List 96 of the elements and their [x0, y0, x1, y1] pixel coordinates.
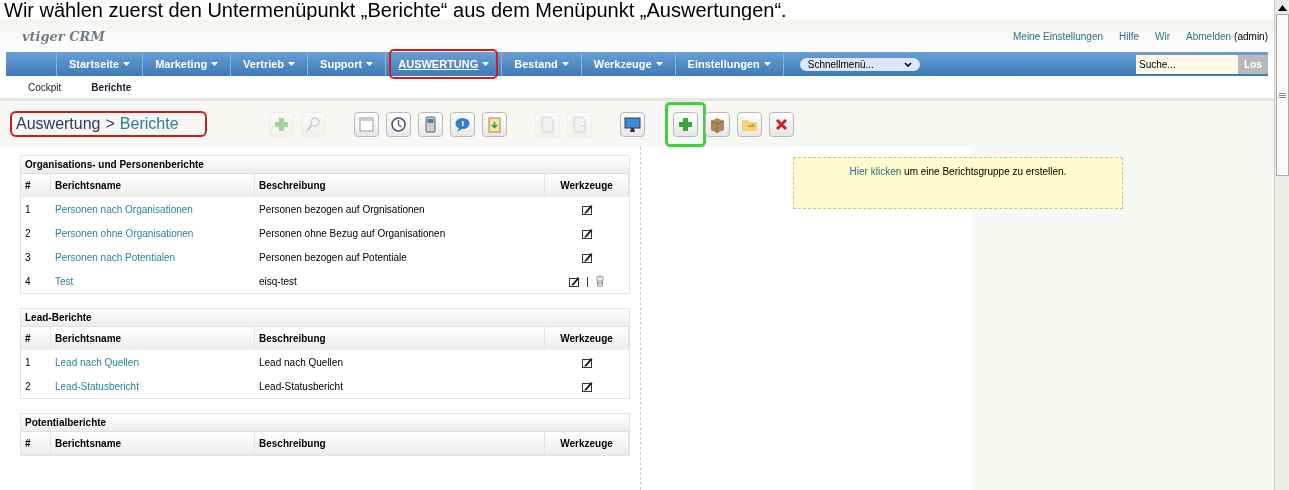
caret-icon	[211, 62, 219, 66]
column-header: Werkzeuge	[545, 432, 629, 455]
edit-icon[interactable]	[581, 251, 593, 263]
column-header: #	[21, 327, 51, 350]
group-title: Organisations- und Personenberichte	[21, 156, 629, 174]
toolbar-button[interactable]	[769, 111, 794, 137]
group-title: Potentialberichte	[21, 414, 629, 432]
breadcrumb-separator: >	[105, 115, 115, 132]
search-icon	[305, 115, 322, 133]
submenu-item[interactable]: Cockpit	[28, 81, 62, 93]
header-link[interactable]: Meine Einstellungen	[1013, 30, 1104, 42]
menu-item[interactable]: Werkzeuge	[581, 52, 676, 76]
calendar-icon	[358, 115, 375, 133]
breadcrumb-link[interactable]: Auswertung	[16, 115, 101, 132]
column-header: Berichtsname	[51, 174, 255, 197]
column-header: Beschreibung	[255, 174, 545, 197]
table-cell-text: Lead nach Quellen	[258, 355, 344, 370]
column-header: Berichtsname	[51, 432, 255, 455]
caption-text: Wir wählen zuerst den Untermenüpunkt „Berichte“ aus dem Menüpunkt „Auswertungen“.	[3, 0, 788, 20]
toolbar-button[interactable]	[418, 111, 443, 137]
report-link[interactable]: Personen nach Organisationen	[55, 203, 193, 215]
report-link[interactable]: Test	[55, 275, 74, 287]
breadcrumb-current[interactable]: Berichte	[119, 115, 179, 132]
column-header: Beschreibung	[255, 432, 545, 455]
trash-icon[interactable]	[594, 275, 605, 287]
hint-text: um eine Berichtsgruppe zu erstellen.	[904, 166, 1067, 177]
monitor-icon	[624, 115, 641, 133]
row-number: 2	[24, 226, 32, 241]
row-number: 1	[24, 355, 32, 370]
column-header: #	[21, 174, 51, 197]
toolbar-button[interactable]	[450, 111, 475, 137]
row-number: 3	[24, 250, 32, 265]
caret-icon	[123, 62, 131, 66]
plus-icon	[677, 115, 694, 133]
chat-icon	[454, 115, 471, 133]
table-cell-text: Personen bezogen auf Orgnisationen	[258, 202, 426, 217]
column-header: Werkzeuge	[545, 327, 629, 350]
logo: vtiger CRM	[21, 27, 106, 46]
edit-icon[interactable]	[581, 203, 593, 215]
box-icon	[709, 115, 726, 133]
document-icon	[539, 115, 556, 133]
header-link[interactable]: Abmelden	[1186, 30, 1232, 42]
edit-icon[interactable]	[581, 380, 593, 392]
caret-icon	[655, 62, 663, 66]
menu-item[interactable]: Vertrieb	[231, 52, 309, 76]
caret-icon	[288, 62, 296, 66]
column-header: #	[21, 432, 51, 455]
column-header: Werkzeuge	[545, 174, 629, 197]
caret-icon	[366, 62, 374, 66]
row-number: 4	[24, 274, 32, 289]
table-cell-text: eisq-test	[258, 274, 298, 289]
table-cell-text: Personen bezogen auf Potentiale	[258, 250, 408, 265]
toolbar-button[interactable]	[386, 111, 411, 137]
caret-icon	[561, 62, 569, 66]
quick-menu-select[interactable]: Schnellmenü...	[799, 57, 920, 71]
menu-item[interactable]: Support	[308, 52, 387, 76]
grip-icon	[1278, 92, 1286, 98]
header-link[interactable]: Hilfe	[1119, 30, 1140, 42]
menu-item[interactable]: Marketing	[143, 52, 232, 76]
user-name: (admin)	[1234, 30, 1268, 42]
caret-icon	[763, 62, 771, 66]
create-group-link[interactable]: Hier klicken	[849, 166, 902, 177]
clipboard-icon	[486, 115, 503, 133]
row-number: 1	[24, 202, 32, 217]
toolbar-button[interactable]	[620, 111, 645, 137]
chevron-icon	[903, 61, 912, 67]
phone-icon	[422, 115, 439, 133]
column-header: Beschreibung	[255, 327, 545, 350]
table-cell-text: Personen ohne Bezug auf Organisationen	[258, 226, 447, 241]
edit-icon[interactable]	[569, 275, 581, 287]
table-cell-text: Lead-Statusbericht	[258, 379, 344, 394]
clock-icon	[390, 115, 407, 133]
edit-icon[interactable]	[581, 356, 593, 368]
plus-icon	[273, 115, 290, 133]
separator-text: |	[586, 275, 589, 287]
edit-icon[interactable]	[581, 227, 593, 239]
report-link[interactable]: Lead nach Quellen	[55, 356, 139, 368]
submenu-item[interactable]: Berichte	[91, 81, 132, 93]
search-field[interactable]: Suche...	[1136, 54, 1238, 74]
menu-item[interactable]: AUSWERTUNG	[386, 52, 503, 76]
scroll-up-icon[interactable]	[1277, 4, 1287, 12]
row-number: 2	[24, 379, 32, 394]
report-link[interactable]: Personen ohne Organisationen	[55, 227, 194, 239]
header-link[interactable]: Wir	[1155, 30, 1171, 42]
scrollbar[interactable]	[1274, 0, 1289, 490]
report-link[interactable]: Lead-Statusbericht	[55, 380, 139, 392]
column-header: Berichtsname	[51, 327, 255, 350]
group-title: Lead-Berichte	[21, 309, 629, 327]
scroll-thumb[interactable]	[1275, 14, 1289, 176]
report-link[interactable]: Personen nach Potentialen	[55, 251, 176, 263]
document-icon	[571, 115, 588, 133]
menu-item[interactable]: Startseite	[57, 52, 144, 76]
caret-icon	[482, 62, 490, 66]
toolbar-button[interactable]	[705, 111, 730, 137]
menu-item[interactable]: Bestand	[502, 52, 582, 76]
menu-item[interactable]: Einstellungen	[675, 52, 784, 76]
